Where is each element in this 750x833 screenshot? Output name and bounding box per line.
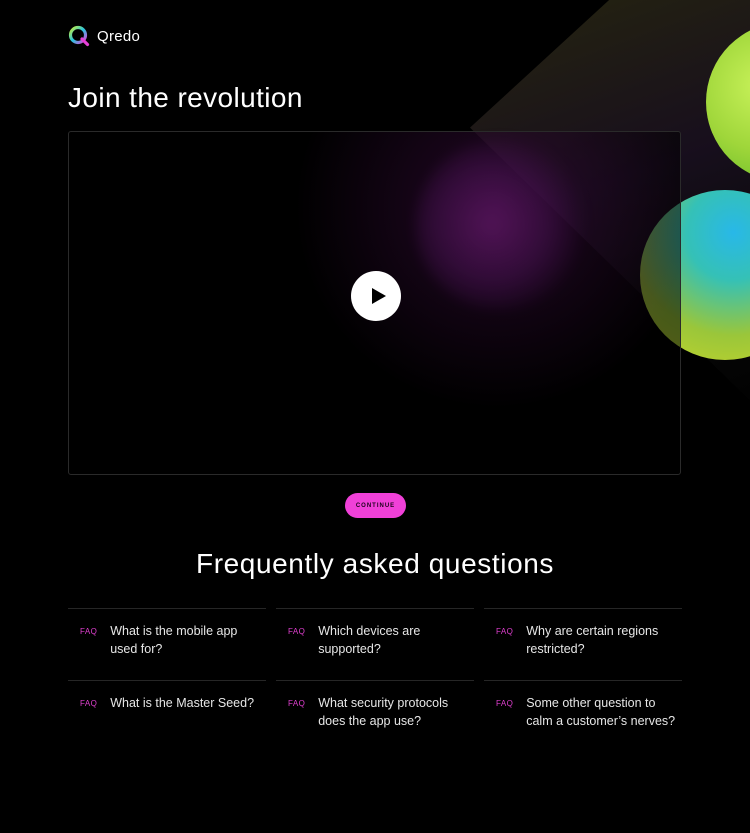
- faq-tag: FAQ: [496, 699, 514, 708]
- page-title: Join the revolution: [68, 82, 303, 113]
- faq-question: What is the mobile app used for?: [110, 624, 238, 656]
- faq-item[interactable]: FAQ Why are certain regions restricted?: [484, 608, 682, 680]
- play-icon: [371, 288, 386, 304]
- faq-tag: FAQ: [496, 627, 514, 636]
- qredo-logo-icon: [68, 25, 90, 47]
- faq-tag: FAQ: [80, 699, 98, 708]
- faq-item[interactable]: FAQ Some other question to calm a custom…: [484, 680, 682, 752]
- faq-section-title: Frequently asked questions: [195, 548, 555, 579]
- video-player[interactable]: [68, 131, 681, 475]
- faq-tag: FAQ: [80, 627, 98, 636]
- faq-question: What is the Master Seed?: [110, 696, 255, 710]
- faq-tag: FAQ: [288, 627, 306, 636]
- decorative-green-orb: [706, 22, 750, 182]
- faq-item[interactable]: FAQ Which devices are supported?: [276, 608, 474, 680]
- play-button[interactable]: [351, 271, 401, 321]
- brand-name: Qredo: [97, 27, 141, 45]
- faq-tag: FAQ: [288, 699, 306, 708]
- faq-item[interactable]: FAQ What security protocols does the app…: [276, 680, 474, 752]
- faq-question: Some other question to calm a customer’s…: [526, 696, 676, 728]
- faq-item[interactable]: FAQ What is the Master Seed?: [68, 680, 266, 752]
- faq-list: FAQ What is the mobile app used for? FAQ…: [68, 608, 682, 752]
- faq-item[interactable]: FAQ What is the mobile app used for?: [68, 608, 266, 680]
- faq-question: What security protocols does the app use…: [318, 696, 449, 728]
- brand-logo[interactable]: Qredo: [68, 24, 140, 48]
- continue-button[interactable]: CONTINUE: [345, 493, 406, 518]
- faq-question: Which devices are supported?: [318, 624, 421, 656]
- faq-question: Why are certain regions restricted?: [526, 624, 659, 656]
